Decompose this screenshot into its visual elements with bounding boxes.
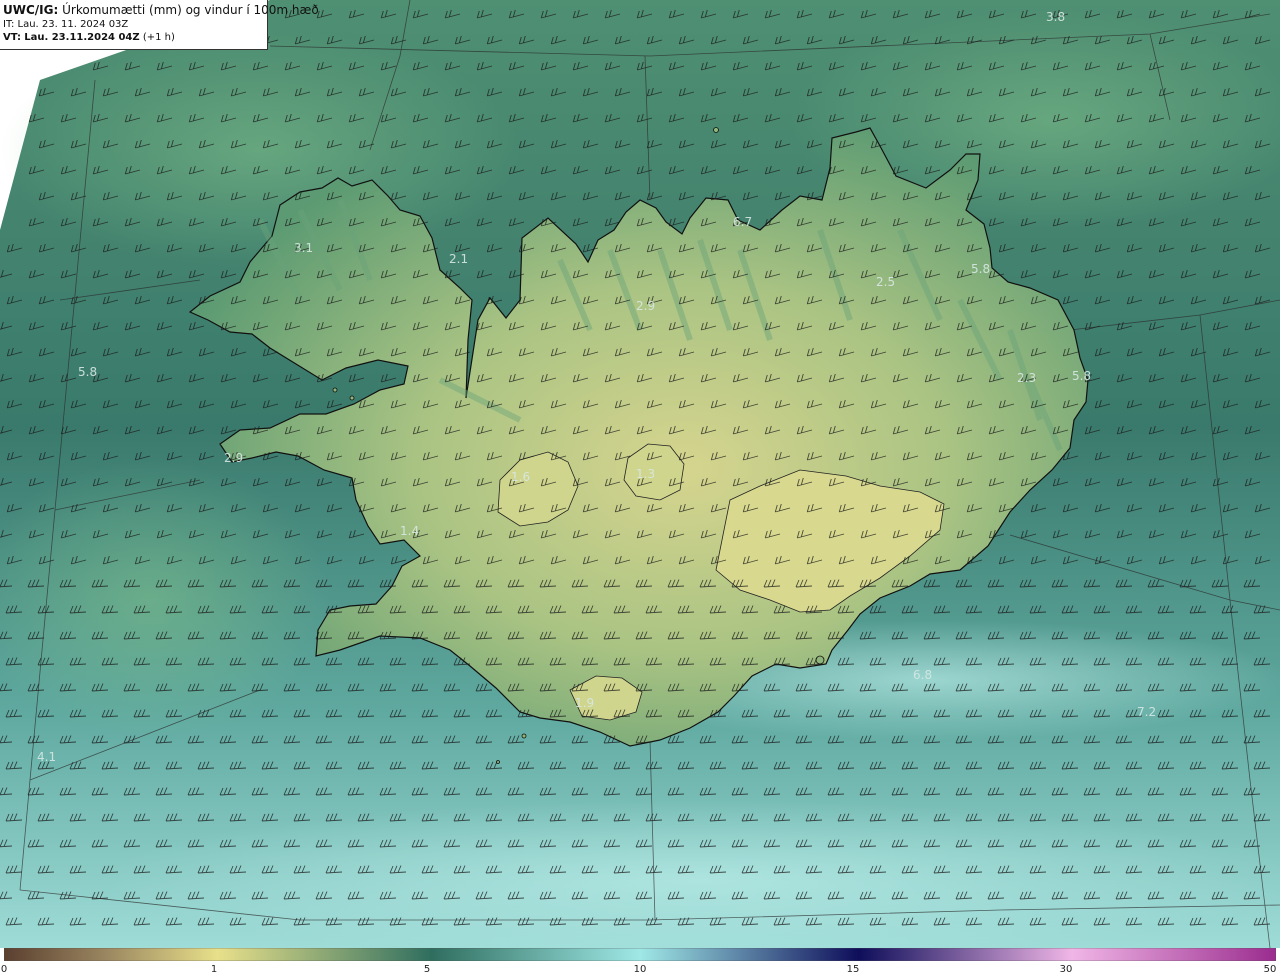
colorbar-tick: 30: [1059, 964, 1073, 975]
colorbar-legend: 0 1 5 10 15 30 50: [0, 948, 1280, 978]
value-label: 1.9: [575, 696, 594, 710]
value-label: 3.8: [1046, 10, 1065, 24]
value-label: 4.1: [37, 750, 56, 764]
value-label: 5.8: [971, 262, 990, 276]
value-label: 2.5: [876, 275, 895, 289]
valid-time: VT: Lau. 23.11.2024 04Z (+1 h): [3, 32, 175, 43]
value-label: 1.3: [636, 467, 655, 481]
value-label: 5.8: [78, 365, 97, 379]
value-label: 2.9: [636, 299, 655, 313]
model-name: UWC/IG:: [3, 3, 59, 17]
value-label: 2.1: [449, 252, 468, 266]
value-label: 2.9: [224, 451, 243, 465]
value-label: 7.2: [1137, 705, 1156, 719]
colorbar-tick: 0: [0, 964, 8, 975]
forecast-map: 3.8 3.1 2.1 6.7 5.8 2.5 2.9 5.8 2.3 5.8 …: [0, 0, 1280, 948]
colorbar-tick: 15: [846, 964, 860, 975]
initial-time: IT: Lau. 23. 11. 2024 03Z: [3, 19, 129, 30]
value-label: 6.8: [913, 668, 932, 682]
map-title-box: UWC/IG: Úrkomumætti (mm) og vindur í 100…: [0, 0, 319, 50]
value-label: 6.7: [733, 215, 752, 229]
colorbar-tick: 50: [1263, 964, 1277, 975]
map-title: Úrkomumætti (mm) og vindur í 100m hæð: [62, 3, 319, 17]
colorbar-tick: 1: [210, 964, 218, 975]
value-label: 2.3: [1017, 371, 1036, 385]
value-label: 5.8: [1072, 369, 1091, 383]
colorbar: [4, 948, 1276, 961]
precip-zone-nw: [0, 30, 520, 270]
value-label: 1.4: [400, 524, 419, 538]
colorbar-tick: 10: [633, 964, 647, 975]
value-label: 3.1: [294, 241, 313, 255]
value-label: 1.6: [511, 470, 530, 484]
colorbar-tick: 5: [423, 964, 431, 975]
